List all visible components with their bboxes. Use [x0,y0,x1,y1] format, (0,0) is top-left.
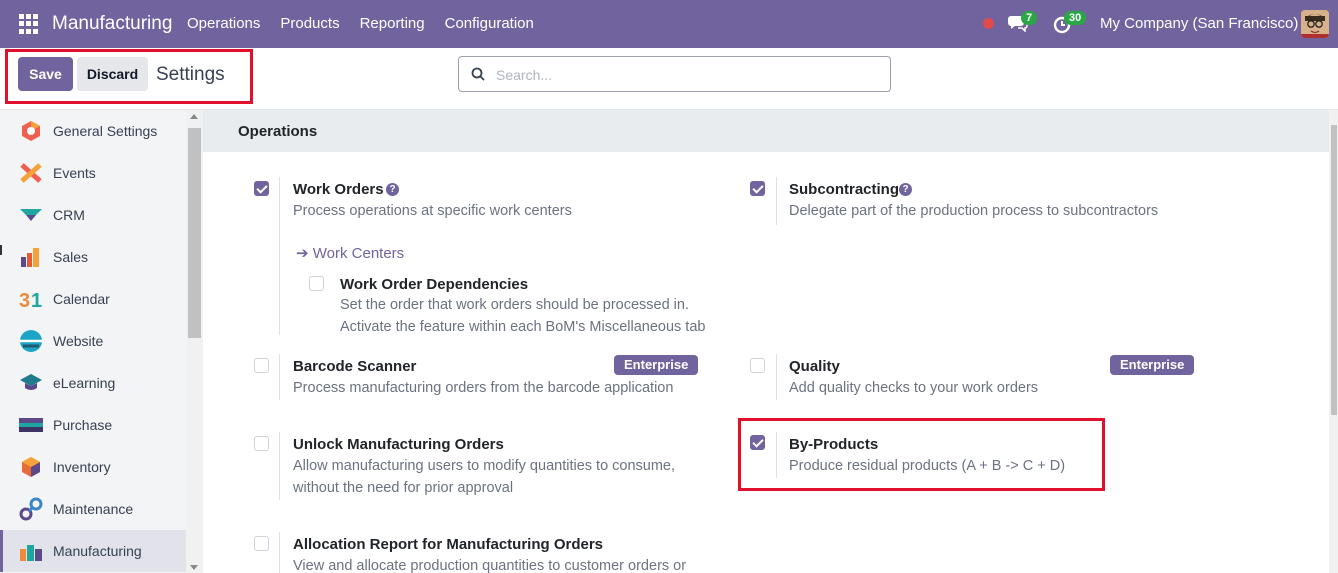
quality-checkbox[interactable] [750,358,765,373]
sidebar-item-inventory[interactable]: Inventory [0,446,186,488]
section-header [203,110,1329,152]
section-title: Operations [238,123,318,140]
work-order-dependencies-checkbox[interactable] [309,276,324,291]
sidebar-item-label: General Settings [53,123,158,139]
sidebar-item-manufacturing[interactable]: Manufacturing [0,530,186,572]
sidebar-item-maintenance[interactable]: Maintenance [0,488,186,530]
settings-sidebar: General Settings Events CRM Sales 31 Cal… [0,110,186,573]
activity-count-badge: 30 [1064,11,1087,25]
inventory-icon [22,457,40,477]
events-icon [20,163,42,183]
sidebar-item-label: Inventory [53,459,111,475]
app-name[interactable]: Manufacturing [52,13,172,35]
barcode-scanner-title: Barcode Scanner [293,358,417,375]
crm-icon [20,209,42,221]
work-order-dependencies-desc-2: Activate the feature within each BoM's M… [340,319,706,335]
enterprise-badge[interactable]: Enterprise [1110,355,1195,375]
window-edge-marker [0,245,2,255]
unlock-mo-desc: Allow manufacturing users to modify quan… [293,458,676,474]
sidebar-item-events[interactable]: Events [0,152,186,194]
work-orders-desc: Process operations at specific work cent… [293,203,572,219]
sales-icon [21,248,39,267]
sidebar-item-label: Sales [53,249,89,265]
barcode-scanner-checkbox[interactable] [254,358,269,373]
allocation-report-desc: View and allocate production quantities … [293,558,687,573]
search-icon [471,67,485,81]
sidebar-item-purchase[interactable]: Purchase [0,404,186,446]
help-icon[interactable]: ? [899,183,912,196]
sidebar-item-crm[interactable]: CRM [0,194,186,236]
search-input[interactable] [496,64,876,86]
work-orders-checkbox[interactable] [254,181,269,196]
divider [279,177,280,335]
sidebar-item-label: eLearning [53,375,116,391]
subcontracting-checkbox[interactable] [750,181,765,196]
manufacturing-icon [20,545,42,561]
divider [776,354,777,400]
sidebar-item-label: CRM [53,207,85,223]
sidebar-item-label: Manufacturing [53,543,142,559]
app-menu-icon[interactable] [19,14,39,34]
work-order-dependencies-desc: Set the order that work orders should be… [340,297,689,313]
divider [279,354,280,400]
menu-products[interactable]: Products [280,15,339,32]
sidebar-item-general-settings[interactable]: General Settings [0,110,186,152]
sidebar-item-label: Purchase [53,417,113,433]
website-icon [20,330,42,352]
search-box[interactable] [458,56,891,92]
menu-operations[interactable]: Operations [187,15,260,32]
calendar-icon: 31 [19,290,42,311]
work-order-dependencies-title: Work Order Dependencies [340,276,529,293]
sidebar-item-label: Events [53,165,96,181]
divider [279,532,280,573]
allocation-report-title: Allocation Report for Manufacturing Orde… [293,536,604,553]
unlock-mo-title: Unlock Manufacturing Orders [293,436,504,453]
sidebar-item-label: Website [53,333,104,349]
allocation-report-checkbox[interactable] [254,536,269,551]
chat-count-badge: 7 [1021,11,1038,25]
general-settings-icon [22,121,40,141]
maintenance-icon [19,497,43,521]
elearning-icon [20,374,42,390]
unlock-mo-desc-2: without the need for prior approval [293,480,514,496]
unlock-mo-checkbox[interactable] [254,436,269,451]
settings-content [203,110,1329,573]
highlight-box-save-discard [5,49,253,104]
sidebar-item-sales[interactable]: Sales [0,236,186,278]
subcontracting-title: Subcontracting [789,181,900,198]
sidebar-item-label: Calendar [53,291,110,307]
sidebar-item-label: Maintenance [53,501,134,517]
scroll-down-arrow-icon[interactable] [190,565,198,570]
help-icon[interactable]: ? [386,183,399,196]
enterprise-badge[interactable]: Enterprise [614,355,699,375]
barcode-scanner-desc: Process manufacturing orders from the ba… [293,380,674,396]
quality-title: Quality [789,358,840,375]
work-orders-title: Work Orders [293,181,384,198]
main-menu: Operations Products Reporting Configurat… [187,15,534,32]
svg-text:3: 3 [19,290,30,311]
work-centers-link-label: Work Centers [312,245,405,262]
menu-configuration[interactable]: Configuration [445,15,534,32]
sidebar-item-website[interactable]: Website [0,320,186,362]
sidebar-item-elearning[interactable]: eLearning [0,362,186,404]
purchase-icon [19,418,43,432]
company-switcher[interactable]: My Company (San Francisco) [1100,15,1298,32]
divider [776,177,777,225]
sidebar-scrollbar-thumb[interactable] [188,128,201,338]
user-avatar[interactable] [1301,10,1329,38]
subcontracting-desc: Delegate part of the production process … [789,203,1159,219]
highlight-box-by-products [738,418,1105,491]
sidebar-item-calendar[interactable]: 31 Calendar [0,278,186,320]
main-scrollbar-thumb[interactable] [1331,125,1337,415]
svg-text:1: 1 [31,290,42,311]
menu-reporting[interactable]: Reporting [360,15,425,32]
recording-indicator-icon[interactable] [983,18,994,29]
quality-desc: Add quality checks to your work orders [789,380,1039,396]
arrow-right-icon: ➔ [296,245,313,262]
work-centers-link[interactable]: ➔ Work Centers [296,244,404,262]
divider [279,432,280,500]
scroll-up-arrow-icon[interactable] [190,114,198,119]
